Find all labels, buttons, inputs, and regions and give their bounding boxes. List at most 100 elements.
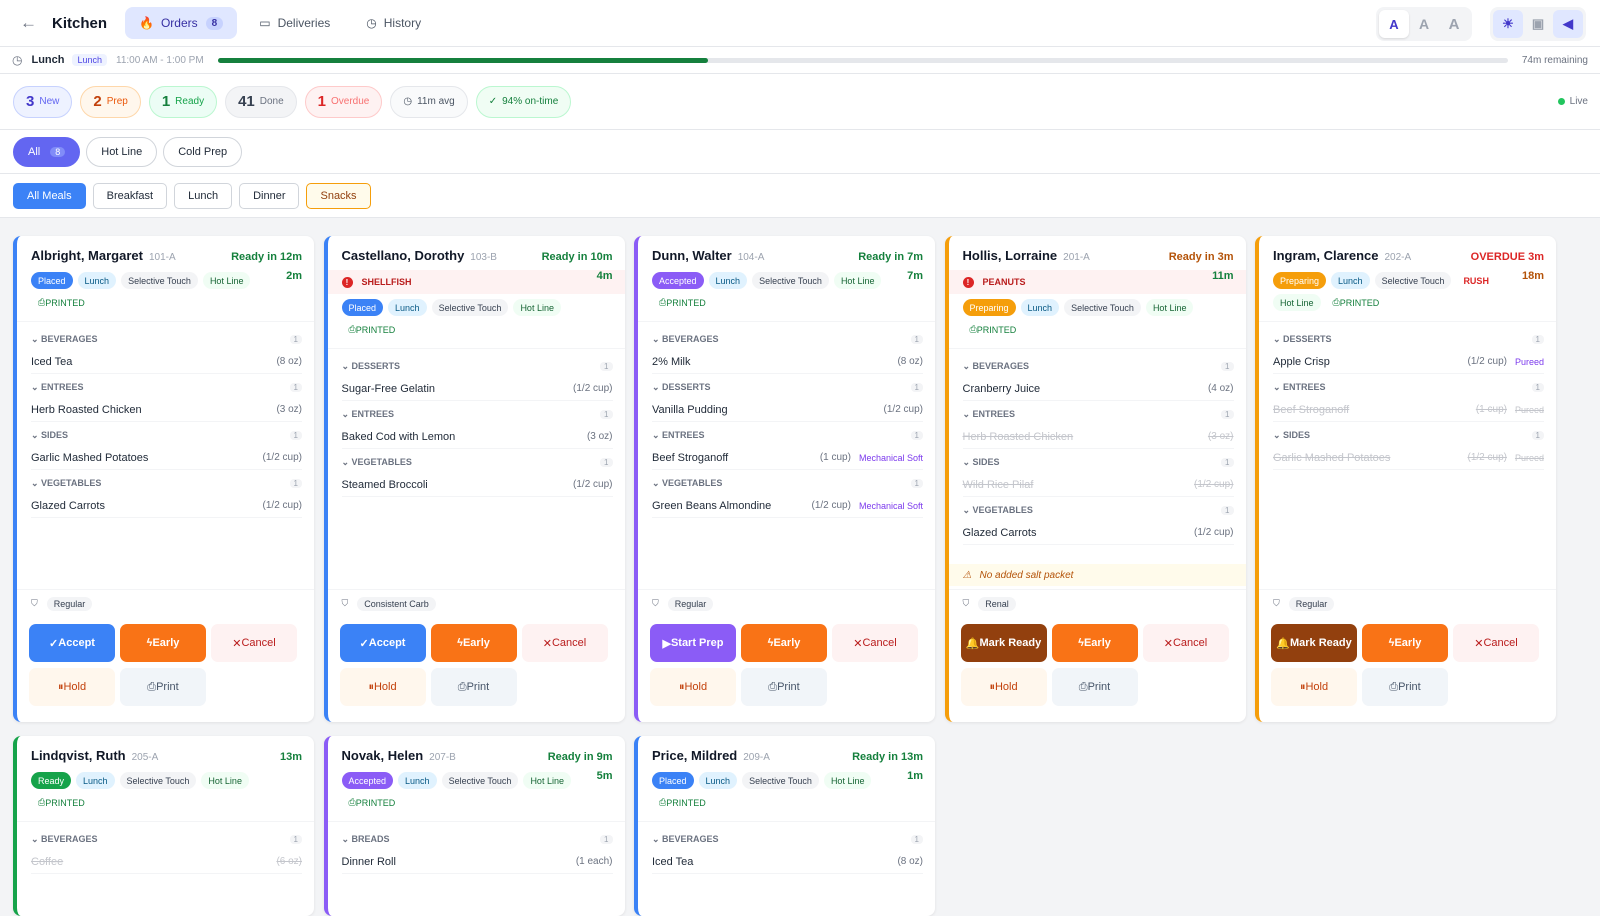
mark-ready-button[interactable]: 🔔 Mark Ready [1271, 624, 1357, 662]
print-button[interactable]: ⎙ Print [430, 668, 517, 706]
hold-button[interactable]: ⏸ Hold [650, 668, 736, 706]
meal-filter-breakfast[interactable]: Breakfast [92, 182, 168, 209]
chevron-down-icon[interactable]: ⌄ [31, 834, 41, 844]
item-name: Iced Tea [31, 355, 73, 368]
print-button[interactable]: ⎙ Print [1362, 668, 1448, 706]
station-filter-all[interactable]: All 8 [13, 136, 81, 167]
chevron-down-icon[interactable]: ⌄ [342, 409, 352, 419]
hold-button[interactable]: ⏸ Hold [29, 668, 115, 706]
stat-overdue[interactable]: 1 Overdue [304, 85, 383, 118]
chevron-down-icon[interactable]: ⌄ [963, 409, 973, 419]
chevron-down-icon[interactable]: ⌄ [342, 361, 352, 371]
mark-ready-button[interactable]: 🔔 Mark Ready [960, 624, 1047, 662]
chevron-down-icon[interactable]: ⌄ [31, 478, 41, 488]
hold-button[interactable]: ⏸ Hold [1271, 668, 1357, 706]
cancel-button[interactable]: ✕ Cancel [211, 624, 297, 662]
stat-done[interactable]: 41 Done [225, 85, 297, 118]
cancel-button[interactable]: ✕ Cancel [1142, 624, 1229, 662]
early-button[interactable]: ϟ Early [430, 624, 517, 662]
chevron-down-icon[interactable]: ⌄ [652, 834, 662, 844]
chevron-down-icon[interactable]: ⌄ [1273, 430, 1283, 440]
cancel-button[interactable]: ✕ Cancel [521, 624, 608, 662]
clock-icon: ◷ [366, 16, 377, 30]
early-button[interactable]: ϟ Early [120, 624, 206, 662]
print-button[interactable]: ⎙ Print [741, 668, 827, 706]
stat-ready[interactable]: 1 Ready [148, 85, 218, 118]
stat-ready-count: 1 [161, 93, 171, 110]
chevron-down-icon[interactable]: ⌄ [652, 430, 662, 440]
print-icon: ⎙ [1389, 680, 1399, 693]
chevron-down-icon[interactable]: ⌄ [31, 382, 41, 392]
printer-icon: ⎙ [659, 797, 667, 807]
order-card-header: Albright, Margaret 101-A Ready in 12m 2m [17, 236, 314, 282]
meal-filter-dinner[interactable]: Dinner [239, 182, 300, 209]
cancel-button-label: Cancel [862, 637, 897, 649]
tab-orders[interactable]: 🔥 Orders 8 [125, 7, 238, 39]
truck-icon: ▭ [259, 16, 271, 30]
chevron-down-icon[interactable]: ⌄ [963, 505, 973, 515]
timer-icon: ◷ [403, 96, 413, 107]
print-button[interactable]: ⎙ Print [1051, 668, 1138, 706]
chevron-down-icon[interactable]: ⌄ [652, 334, 662, 344]
chevron-down-icon[interactable]: ⌄ [342, 834, 352, 844]
stat-done-count: 41 [238, 93, 255, 110]
early-button[interactable]: ϟ Early [1051, 624, 1138, 662]
accept-button[interactable]: ✓ Accept [339, 624, 426, 662]
chevron-down-icon[interactable]: ⌄ [342, 457, 352, 467]
item-row: Green Beans Almondine (1/2 cup) Mechanical… [652, 494, 923, 518]
start-prep-button[interactable]: ▶ Start Prep [650, 624, 736, 662]
category-count: 1 [910, 430, 923, 440]
hold-button[interactable]: ⏸ Hold [339, 668, 426, 706]
texture-badge: Selective Touch [1064, 299, 1141, 316]
chevron-down-icon[interactable]: ⌄ [31, 430, 41, 440]
item-portion: (3 oz) [276, 404, 302, 415]
brightness-icon[interactable]: ☀ [1493, 10, 1523, 38]
sound-icon[interactable]: ◀ [1553, 10, 1583, 38]
image-icon[interactable]: ▣ [1523, 10, 1553, 38]
accept-button[interactable]: ✓ Accept [29, 624, 115, 662]
text-size-medium-button[interactable]: A [1409, 10, 1439, 38]
texture-badge: Selective Touch [1374, 272, 1452, 289]
elapsed-time: 2m [286, 270, 302, 282]
stat-prep[interactable]: 2 Prep [80, 85, 141, 118]
chevron-down-icon[interactable]: ⌄ [31, 334, 41, 344]
chevron-down-icon[interactable]: ⌄ [652, 382, 662, 392]
print-button[interactable]: ⎙ Print [120, 668, 206, 706]
cancel-button[interactable]: ✕ Cancel [1453, 624, 1539, 662]
category-count: 1 [1221, 361, 1234, 371]
tab-history[interactable]: ◷ History [352, 7, 435, 39]
chevron-down-icon[interactable]: ⌄ [1273, 382, 1283, 392]
station-filter-hot-line[interactable]: Hot Line [86, 136, 158, 167]
text-size-large-button[interactable]: A [1439, 10, 1469, 38]
chevron-down-icon[interactable]: ⌄ [963, 361, 973, 371]
item-category: ⌄ VEGETABLES 1 [652, 472, 923, 494]
meal-filter-snacks[interactable]: Snacks [306, 182, 371, 209]
tab-deliveries[interactable]: ▭ Deliveries [245, 7, 344, 39]
early-button[interactable]: ϟ Early [1362, 624, 1448, 662]
text-size-small-button[interactable]: A [1379, 10, 1409, 38]
chevron-down-icon[interactable]: ⌄ [652, 478, 662, 488]
stat-new[interactable]: 3 New [13, 85, 73, 118]
meal-progress-bar [218, 58, 1508, 63]
back-arrow-icon[interactable]: ← [20, 13, 44, 33]
order-card: Castellano, Dorothy 103-B Ready in 10m 4m! S… [323, 236, 625, 722]
accept-icon: ✓ [49, 637, 59, 650]
elapsed-time: 13m [279, 751, 302, 763]
station-filter-cold-prep[interactable]: Cold Prep [163, 136, 243, 167]
item-category: ⌄ ENTREES 1 [31, 376, 302, 398]
early-button-label: Early [462, 637, 490, 649]
item-category: ⌄ SIDES 1 [1273, 424, 1544, 446]
chevron-down-icon[interactable]: ⌄ [1273, 334, 1283, 344]
hold-button[interactable]: ⏸ Hold [960, 668, 1047, 706]
texture-badge: Selective Touch [752, 272, 829, 289]
early-button[interactable]: ϟ Early [741, 624, 827, 662]
printed-badge: ⎙ PRINTED [1325, 294, 1387, 311]
cancel-button[interactable]: ✕ Cancel [832, 624, 918, 662]
print-icon: ⎙ [1078, 680, 1088, 693]
meal-filter-lunch[interactable]: Lunch [174, 182, 233, 209]
item-name: Coffee [31, 855, 64, 868]
resident-name-text: Ingram, Clarence [1273, 248, 1379, 263]
chevron-down-icon[interactable]: ⌄ [963, 457, 973, 467]
meal-filter-all[interactable]: All Meals [13, 182, 86, 209]
printed-badge: ⎙ PRINTED [652, 794, 713, 811]
